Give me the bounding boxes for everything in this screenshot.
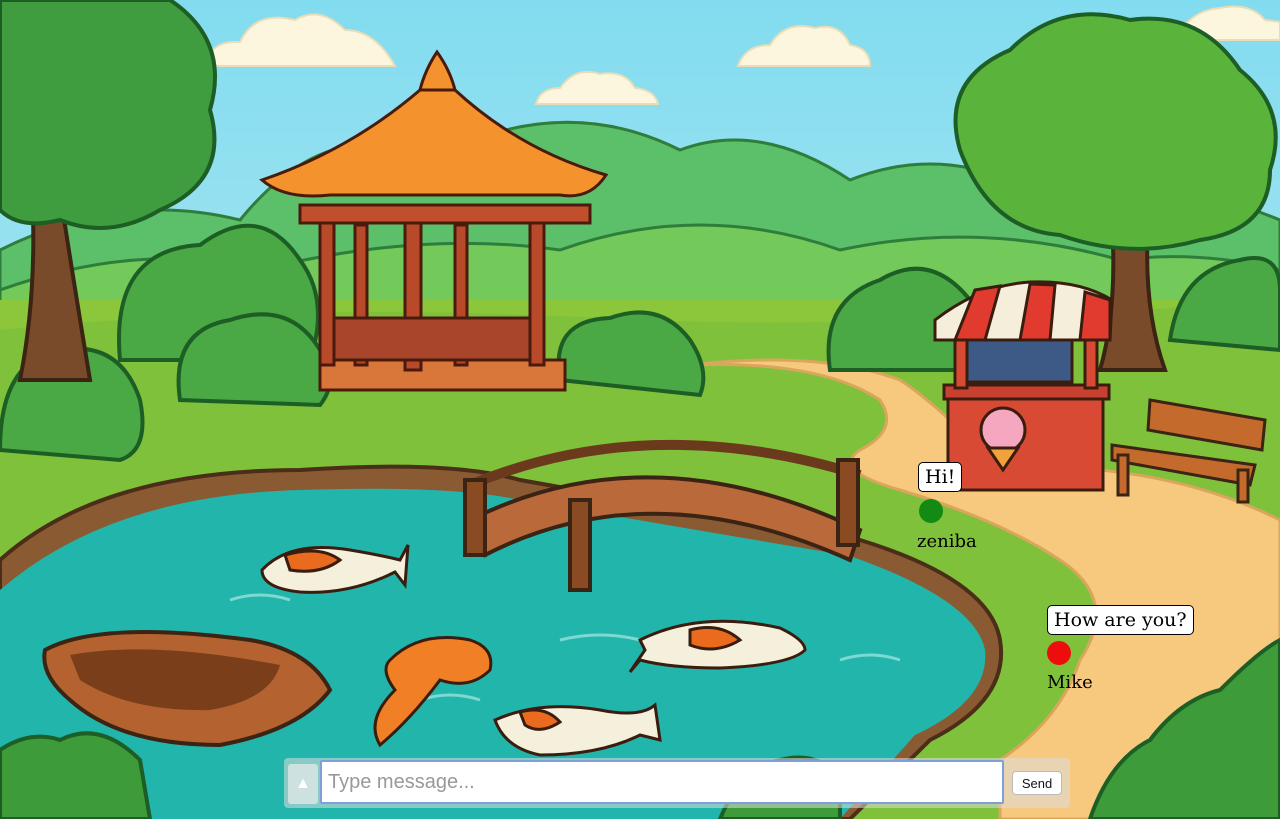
player-username: Mike [1047,672,1093,693]
player-avatar[interactable]: How are you? Mike [1046,600,1194,700]
chat-bar: ▲ Send [284,758,1070,808]
chat-bubble: How are you? [1047,605,1194,635]
send-button[interactable]: Send [1012,771,1062,795]
player-avatar[interactable]: Hi! zeniba [916,456,1036,556]
chat-bubble: Hi! [918,462,963,492]
player-username: zeniba [917,531,977,552]
message-input[interactable] [320,760,1004,804]
player-dot [1047,641,1071,665]
player-dot [919,499,943,523]
chevron-up-icon[interactable]: ▲ [288,764,318,804]
